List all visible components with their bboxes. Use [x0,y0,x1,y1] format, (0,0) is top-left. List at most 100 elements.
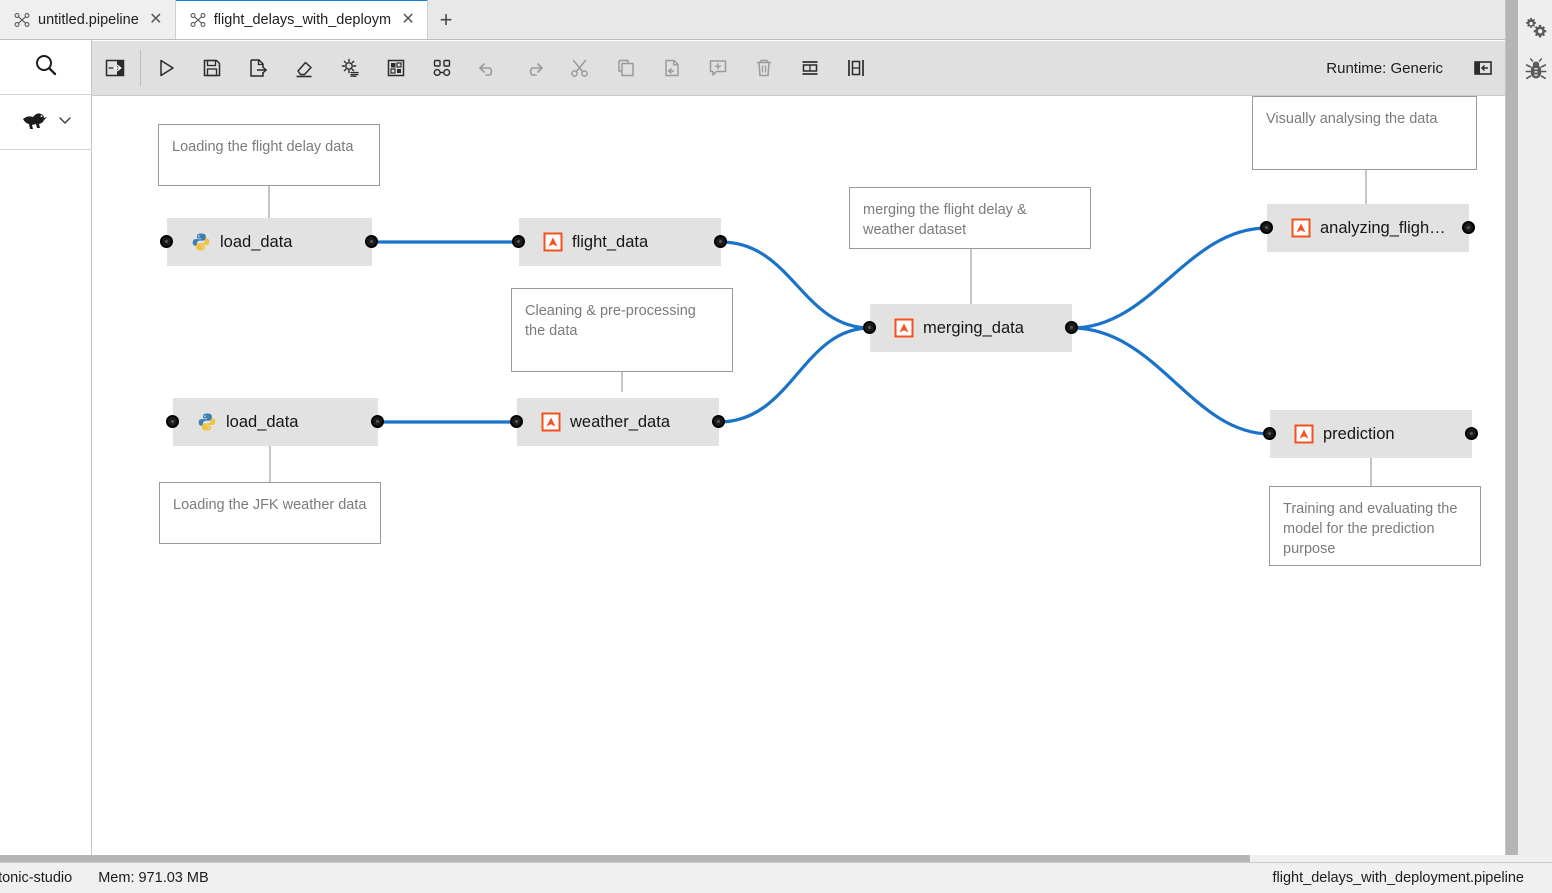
node-label: prediction [1323,424,1395,443]
node-load-data-weather[interactable]: load_data [173,398,378,446]
redo-button[interactable] [511,41,557,96]
trash-icon [756,59,772,77]
right-sidebar [1505,0,1552,862]
comment-plus-icon [709,60,727,76]
collapse-panel-icon [1474,61,1492,75]
clear-pipeline-button[interactable] [281,41,327,96]
jupyter-notebook-icon [543,232,563,252]
tab-flight-delays-with-deployment[interactable]: flight_delays_with_deploym ✕ [175,0,429,39]
copy-button[interactable] [603,41,649,96]
comment-merging-datasets[interactable]: merging the flight delay & weather datas… [849,187,1091,249]
play-icon [160,59,174,77]
port-output[interactable] [365,235,378,248]
current-file-name: flight_delays_with_deployment.pipeline [1272,870,1525,886]
comment-loading-jfk-weather-data[interactable]: Loading the JFK weather data [159,482,381,544]
paste-icon [665,59,679,77]
arrange-horizontally-button[interactable] [787,41,833,96]
undo-icon [479,63,493,76]
node-label: weather_data [570,412,670,431]
arrange-horizontal-icon [802,61,818,75]
node-label: analyzing_fligh… [1320,218,1446,237]
memory-usage: Mem: 971.03 MB [98,870,209,886]
node-weather-data[interactable]: weather_data [517,398,719,446]
run-pipeline-button[interactable] [143,41,189,96]
jupyter-notebook-icon [1291,218,1311,238]
sidebar-item-debugger[interactable] [1520,55,1552,89]
pipeline-properties-button[interactable] [327,41,373,96]
jupyter-notebook-icon [894,318,914,338]
node-prediction[interactable]: prediction [1270,410,1472,458]
undo-button[interactable] [465,41,511,96]
add-comment-button[interactable] [695,41,741,96]
collapse-panel-button[interactable] [1461,41,1505,96]
tab-untitled-pipeline[interactable]: untitled.pipeline ✕ [0,0,176,39]
sidebar-item-elyra-runtimes[interactable] [0,95,92,150]
comment-visually-analysing[interactable]: Visually analysing the data [1252,96,1477,170]
node-merging-data[interactable]: merging_data [870,304,1072,352]
comment-loading-flight-delay-data[interactable]: Loading the flight delay data [158,124,380,186]
port-input[interactable] [510,415,523,428]
close-icon[interactable]: ✕ [147,11,165,29]
kernel-status[interactable]: atonic-studio [0,870,72,886]
tab-bar: untitled.pipeline ✕ flight_delays_with_d… [0,0,1505,40]
python-icon [191,232,211,252]
toolbar-separator [140,50,141,86]
export-icon [250,59,268,77]
tab-label: untitled.pipeline [38,11,139,28]
port-output[interactable] [1462,221,1475,234]
toggle-nodes-panel-button[interactable] [419,41,465,96]
port-input[interactable] [863,321,876,334]
node-label: load_data [226,412,299,431]
sidebar-item-search[interactable] [0,40,92,95]
sidebar-item-settings[interactable] [1520,14,1552,48]
elyra-kangaroo-icon [20,109,50,136]
port-input[interactable] [1260,221,1273,234]
export-pipeline-button[interactable] [235,41,281,96]
jupyter-notebook-icon [541,412,561,432]
delete-button[interactable] [741,41,787,96]
tab-label: flight_delays_with_deploym [213,12,392,28]
port-output[interactable] [1065,321,1078,334]
node-analyzing-flights[interactable]: analyzing_fligh… [1267,204,1469,252]
port-output[interactable] [712,415,725,428]
jupyter-notebook-icon [1294,424,1314,444]
open-palette-button[interactable] [373,41,419,96]
port-input[interactable] [160,235,173,248]
paste-button[interactable] [649,41,695,96]
node-label: load_data [220,232,293,251]
cut-button[interactable] [557,41,603,96]
node-flight-data[interactable]: flight_data [519,218,721,266]
port-output[interactable] [371,415,384,428]
left-sidebar [0,40,92,862]
save-icon [203,59,221,77]
port-input[interactable] [166,415,179,428]
debugger-bug-icon [1523,57,1549,88]
close-icon[interactable]: ✕ [399,11,417,29]
status-bar: atonic-studio Mem: 971.03 MB flight_dela… [0,862,1552,893]
runtime-label: Runtime: Generic [1326,59,1443,77]
link-merging-to-analyzing [1071,226,1268,330]
nodes-icon [433,59,451,77]
scissors-icon [571,59,588,77]
gear-list-icon [341,58,359,77]
port-input[interactable] [512,235,525,248]
comment-cleaning-preprocessing[interactable]: Cleaning & pre-processing the data [511,288,733,372]
pipeline-canvas[interactable]: Loading the flight delay data Cleaning &… [92,96,1505,862]
port-input[interactable] [1263,427,1276,440]
chevron-down-icon[interactable] [57,112,73,133]
link-flight-to-merging [720,240,871,330]
new-tab-button[interactable]: + [428,0,465,39]
node-load-data-flight[interactable]: load_data [167,218,372,266]
status-left-group: atonic-studio Mem: 971.03 MB [0,870,209,886]
comment-training-evaluating-model[interactable]: Training and evaluating the model for th… [1269,486,1481,566]
arrange-vertically-button[interactable] [833,41,879,96]
port-output[interactable] [1465,427,1478,440]
python-icon [197,412,217,432]
canvas-vertical-scrollbar[interactable] [1506,0,1518,862]
node-label: flight_data [572,232,649,251]
port-output[interactable] [714,235,727,248]
pipeline-icon [14,12,30,28]
save-pipeline-button[interactable] [189,41,235,96]
open-in-editor-button[interactable] [92,41,138,96]
scrollbar-track-end [1250,855,1552,862]
